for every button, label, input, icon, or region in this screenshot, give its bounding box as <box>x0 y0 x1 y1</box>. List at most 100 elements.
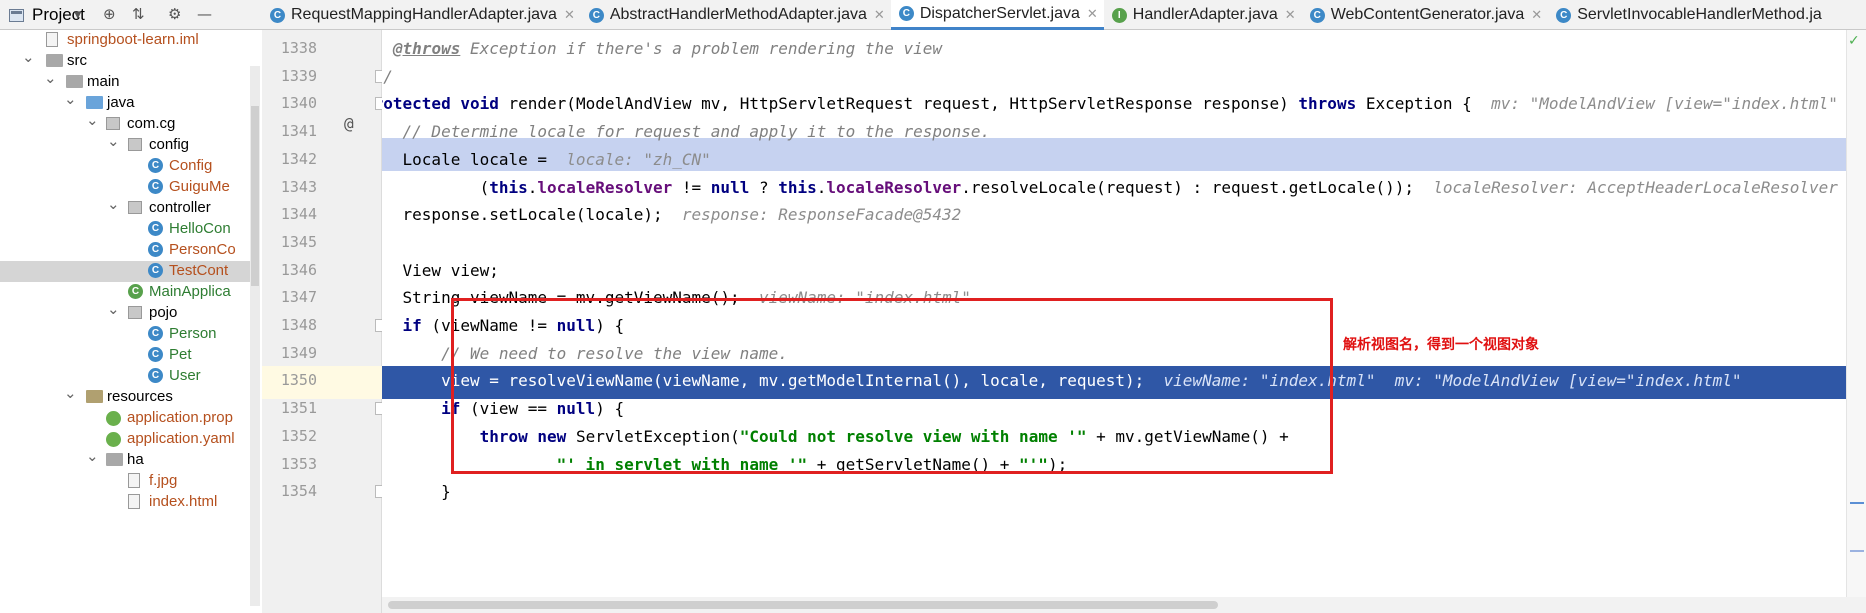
tree-item[interactable]: C Config <box>0 156 260 177</box>
tree-item[interactable]: ⌄ ha <box>0 447 260 471</box>
code-line[interactable]: (this.localeResolver != null ? this.loca… <box>382 178 1838 198</box>
tree-item-label: PersonCo <box>169 241 236 258</box>
tree-item[interactable]: application.yaml <box>0 429 260 450</box>
code-line[interactable]: if (view == null) { <box>382 399 624 419</box>
tree-item[interactable]: C MainApplica <box>0 282 260 303</box>
vertical-scrollbar[interactable] <box>1846 30 1866 597</box>
code-token: ); <box>1047 454 1068 474</box>
code-line[interactable]: // We need to resolve the view name. <box>382 344 788 364</box>
collapse-all-icon[interactable]: ⇅ <box>132 5 145 23</box>
tree-item[interactable]: ⌄ controller <box>0 195 260 219</box>
tree-item-label: pojo <box>149 304 178 321</box>
horizontal-scrollbar-thumb[interactable] <box>388 601 1218 609</box>
tree-item[interactable]: ⌄ resources <box>0 384 260 408</box>
close-icon[interactable]: ✕ <box>874 7 885 23</box>
project-toolbar: Project ▾ ⊕ ⇅ ⚙ — <box>0 0 262 30</box>
tab-5[interactable]: C ServletInvocableHandlerMethod.ja <box>1548 0 1828 30</box>
tree-item[interactable]: index.html <box>0 492 260 513</box>
close-icon[interactable]: ✕ <box>1531 7 1542 23</box>
code-line[interactable]: // Determine locale for request and appl… <box>382 122 991 142</box>
code-line[interactable]: String viewName = mv.getViewName(); view… <box>382 288 971 308</box>
code-line[interactable]: */ <box>382 67 393 87</box>
spring-config-icon <box>106 432 121 447</box>
tree-scrollbar[interactable] <box>250 66 260 606</box>
code-line[interactable]: Locale locale = locale: "zh_CN" <box>382 150 711 170</box>
code-line[interactable]: protected void render(ModelAndView mv, H… <box>382 94 1838 114</box>
code-line[interactable]: view = resolveViewName(viewName, mv.getM… <box>382 371 1741 391</box>
code-token: mv: "ModelAndView [view="index.html" <box>1491 94 1838 114</box>
class-icon: C <box>148 326 163 341</box>
minimize-icon[interactable]: — <box>197 5 212 23</box>
gear-icon[interactable]: ⚙ <box>168 5 181 23</box>
chevron-down-icon[interactable]: ⌄ <box>64 90 77 108</box>
line-number: 1340 <box>280 94 317 113</box>
code-token: ) { <box>595 316 625 335</box>
chevron-down-icon[interactable]: ⌄ <box>22 48 35 66</box>
code-token: localeResolver <box>826 177 962 197</box>
code-line[interactable]: if (viewName != null) { <box>382 316 625 336</box>
class-file-icon: C <box>898 6 914 21</box>
code-token: response: ResponseFacade@5432 <box>681 205 962 225</box>
close-icon[interactable]: ✕ <box>1285 7 1296 23</box>
code-token: * <box>382 39 393 58</box>
chevron-down-icon[interactable]: ⌄ <box>107 132 120 150</box>
code-token: Exception if there's a problem rendering… <box>460 39 942 58</box>
tree-item[interactable]: C Pet <box>0 345 260 366</box>
tree-item[interactable]: f.jpg <box>0 471 260 492</box>
chevron-down-icon[interactable]: ⌄ <box>107 300 120 318</box>
chevron-down-icon[interactable]: ▾ <box>74 5 82 23</box>
code-line[interactable]: View view; <box>382 261 499 281</box>
code-token: localeResolver <box>537 177 673 197</box>
tree-item[interactable]: ⌄ com.cg <box>0 111 260 135</box>
chevron-down-icon[interactable]: ⌄ <box>64 384 77 402</box>
chevron-down-icon[interactable]: ⌄ <box>86 447 99 465</box>
code-line[interactable]: response.setLocale(locale); response: Re… <box>382 205 962 225</box>
tab-3[interactable]: I HandlerAdapter.java ✕ <box>1104 0 1302 30</box>
tree-item[interactable]: C HelloCon <box>0 219 260 240</box>
tree-item-label: src <box>67 52 87 69</box>
code-editor[interactable]: * @throws Exception if there's a problem… <box>382 30 1866 613</box>
code-line[interactable]: throw new ServletException("Could not re… <box>382 427 1289 447</box>
code-token: throws <box>1298 94 1357 114</box>
chevron-down-icon[interactable]: ⌄ <box>44 69 57 87</box>
code-token: viewName: "index.html" <box>758 288 971 308</box>
tree-item[interactable]: C Person <box>0 324 260 345</box>
tree-item[interactable]: application.prop <box>0 408 260 429</box>
tree-item[interactable]: ⌄ java <box>0 90 260 114</box>
override-marker-icon[interactable]: @ <box>344 114 354 133</box>
code-token: localeResolver: AcceptHeaderLocaleResolv… <box>1433 177 1838 197</box>
tree-item[interactable]: springboot-learn.iml <box>0 30 260 51</box>
code-line[interactable]: * @throws Exception if there's a problem… <box>382 39 942 59</box>
package-icon <box>128 138 142 151</box>
tab-4[interactable]: C WebContentGenerator.java ✕ <box>1302 0 1549 30</box>
package-icon <box>128 201 142 214</box>
horizontal-scrollbar[interactable] <box>382 597 1866 613</box>
close-icon[interactable]: ✕ <box>564 7 575 23</box>
code-token: "' in servlet with name '" <box>556 454 808 474</box>
folder-icon <box>106 453 123 466</box>
tree-item-label: resources <box>107 388 173 405</box>
tab-0[interactable]: C RequestMappingHandlerAdapter.java ✕ <box>262 0 581 30</box>
tree-item-label: User <box>169 367 201 384</box>
tree-item[interactable]: C User <box>0 366 260 387</box>
code-line[interactable]: } <box>382 482 451 502</box>
close-icon[interactable]: ✕ <box>1087 6 1098 22</box>
tab-1[interactable]: C AbstractHandlerMethodAdapter.java ✕ <box>581 0 891 30</box>
tree-scrollbar-thumb[interactable] <box>251 106 259 286</box>
code-token: @throws <box>392 39 461 58</box>
tree-item-label: MainApplica <box>149 283 231 300</box>
tree-item[interactable]: ⌄ config <box>0 132 260 156</box>
code-token: View view; <box>402 260 499 280</box>
tree-item[interactable]: ⌄ src <box>0 48 260 72</box>
chevron-down-icon[interactable]: ⌄ <box>107 195 120 213</box>
tree-item[interactable]: C TestCont <box>0 261 260 282</box>
chevron-down-icon[interactable]: ⌄ <box>86 111 99 129</box>
tab-2[interactable]: C DispatcherServlet.java ✕ <box>890 0 1104 30</box>
tree-item[interactable]: C PersonCo <box>0 240 260 261</box>
locate-target-icon[interactable]: ⊕ <box>103 5 116 23</box>
code-line[interactable]: "' in servlet with name '" + getServletN… <box>382 454 1068 475</box>
tree-item[interactable]: ⌄ main <box>0 69 260 93</box>
tree-item[interactable]: C GuiguMe <box>0 177 260 198</box>
tree-item[interactable]: ⌄ pojo <box>0 300 260 324</box>
